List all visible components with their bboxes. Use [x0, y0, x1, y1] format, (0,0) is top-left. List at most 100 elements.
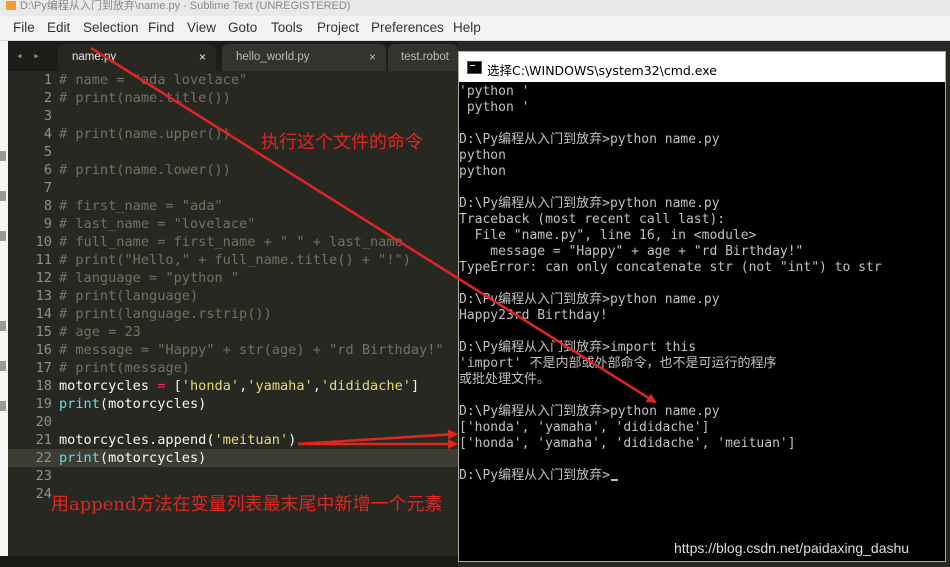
code-token: print: [59, 396, 100, 412]
cmd-output-line: File "name.py", line 16, in <module>: [459, 228, 757, 243]
line-number: 22: [35, 450, 52, 466]
line-number: 19: [35, 396, 52, 412]
menu-view[interactable]: View: [187, 20, 216, 35]
cmd-output-line: D:\Py编程从入门到放弃>import this: [459, 340, 697, 355]
line-number: 1: [43, 72, 52, 88]
code-token: # print(name.title()): [59, 90, 231, 106]
tab-close-icon[interactable]: ×: [369, 50, 376, 64]
cmd-console-output[interactable]: 'python ' python ' D:\Py编程从入门到放弃>python n…: [459, 80, 945, 560]
tab-label: name.py: [72, 51, 117, 63]
line-number: 24: [35, 486, 52, 502]
tab-label: test.robot: [401, 51, 449, 63]
code-token: # print(language.rstrip()): [59, 306, 272, 322]
cmd-output-line: ['honda', 'yamaha', 'dididache', 'meitua…: [459, 436, 796, 451]
code-token: # name = "ada lovelace": [59, 72, 248, 88]
line-number: 2: [43, 90, 52, 106]
cmd-output-line: message = "Happy" + age + "rd Birthday!": [459, 244, 804, 259]
line-number: 11: [35, 252, 52, 268]
line-number: 7: [43, 180, 52, 196]
code-line: # language = "python ": [59, 269, 444, 287]
line-number: 13: [35, 288, 52, 304]
window-title: D:\Py编程从入门到放弃\name.py - Sublime Text (UN…: [20, 0, 351, 12]
cmd-output-line: D:\Py编程从入门到放弃>python name.py: [459, 196, 720, 211]
code-token: # print(message): [59, 360, 190, 376]
code-token: ]: [410, 378, 420, 394]
menu-selection[interactable]: Selection: [83, 20, 139, 35]
cmd-title: 选择C:\WINDOWS\system32\cmd.exe: [487, 63, 717, 78]
code-line: motorcycles = ['honda','yamaha','dididac…: [59, 377, 444, 395]
code-token: # full_name = first_name + " " + last_na…: [59, 234, 403, 250]
line-number: 9: [43, 216, 52, 232]
menu-edit[interactable]: Edit: [47, 20, 70, 35]
line-number: 4: [43, 126, 52, 142]
cmd-window[interactable]: 选择C:\WINDOWS\system32\cmd.exe 'python ' …: [458, 51, 946, 562]
cmd-output-line: D:\Py编程从入门到放弃>python name.py: [459, 404, 720, 419]
cmd-output-line: python: [459, 148, 506, 163]
cmd-output-line: D:\Py编程从入门到放弃>: [459, 468, 618, 484]
cmd-output-line: python ': [459, 100, 530, 115]
code-line: # age = 23: [59, 323, 444, 341]
code-token: (motorcycles): [99, 396, 207, 412]
code-token: 'meituan': [214, 432, 289, 448]
menu-preferences[interactable]: Preferences: [371, 20, 444, 35]
code-token: # print("Hello," + full_name.title() + "…: [59, 252, 411, 268]
window-title-bar: D:\Py编程从入门到放弃\name.py - Sublime Text (UN…: [0, 0, 950, 16]
code-line: # full_name = first_name + " " + last_na…: [59, 233, 444, 251]
code-token: # message = "Happy" + str(age) + "rd Bir…: [59, 342, 444, 358]
code-token: motorcycles: [59, 378, 158, 394]
line-number: 6: [43, 162, 52, 178]
line-number: 23: [35, 468, 52, 484]
tab-close-icon[interactable]: ×: [199, 50, 206, 64]
cmd-output-line: TypeError: can only concatenate str (not…: [459, 260, 882, 275]
menu-project[interactable]: Project: [317, 20, 359, 35]
tab-name-py[interactable]: name.py ×: [58, 44, 216, 71]
code-token: (motorcycles): [99, 450, 207, 466]
code-line: motorcycles.append('meituan'): [59, 431, 444, 449]
cmd-cursor: [610, 479, 618, 481]
cmd-title-bar[interactable]: 选择C:\WINDOWS\system32\cmd.exe: [459, 52, 945, 82]
tab-hello-world-py[interactable]: hello_world.py ×: [222, 44, 386, 71]
code-line: # name = "ada lovelace": [59, 71, 444, 89]
line-number: 12: [35, 270, 52, 286]
line-number: 18: [35, 378, 52, 394]
cmd-output-line: 或批处理文件。: [459, 372, 551, 387]
sublime-app-icon: [6, 1, 16, 10]
code-line: print(motorcycles): [59, 449, 444, 467]
menu-tools[interactable]: Tools: [271, 20, 303, 35]
watermark: https://blog.csdn.net/paidaxing_dashu: [674, 540, 910, 556]
line-number: 15: [35, 324, 52, 340]
line-number: 5: [43, 144, 52, 160]
code-token: print: [59, 450, 100, 466]
code-line: # last_name = "lovelace": [59, 215, 444, 233]
code-token: 'yamaha': [247, 378, 313, 394]
code-token: # print(language): [59, 288, 199, 304]
cmd-output-line: 'import' 不是内部或外部命令，也不是可运行的程序: [459, 356, 777, 371]
code-token: motorcycles.append(: [59, 432, 215, 448]
cmd-output-line: ['honda', 'yamaha', 'dididache']: [459, 420, 710, 435]
line-number: 10: [35, 234, 52, 250]
line-number: 8: [43, 198, 52, 214]
cmd-output-line: Traceback (most recent call last):: [459, 212, 726, 227]
code-token: # last_name = "lovelace": [59, 216, 256, 232]
code-line: # print(language.rstrip()): [59, 305, 444, 323]
line-number: 14: [35, 306, 52, 322]
line-number: 20: [35, 414, 52, 430]
code-token: # age = 23: [59, 324, 141, 340]
menu-goto[interactable]: Goto: [228, 20, 257, 35]
line-number: 17: [35, 360, 52, 376]
menu-find[interactable]: Find: [148, 20, 174, 35]
code-token: # language = "python ": [59, 270, 240, 286]
menu-file[interactable]: File: [13, 20, 35, 35]
cmd-output-line: Happy23rd Birthday!: [459, 308, 608, 323]
tab-nav-arrows[interactable]: ◂ ▸: [16, 49, 42, 62]
menu-help[interactable]: Help: [453, 20, 481, 35]
code-line: # message = "Happy" + str(age) + "rd Bir…: [59, 341, 444, 359]
tab-test-robot[interactable]: test.robot: [388, 44, 458, 71]
code-line: print(motorcycles): [59, 395, 444, 413]
code-token: # first_name = "ada": [59, 198, 223, 214]
code-line: # print("Hello," + full_name.title() + "…: [59, 251, 444, 269]
tab-bar: ◂ ▸ name.py × hello_world.py × test.robo…: [8, 41, 458, 71]
code-line: # first_name = "ada": [59, 197, 444, 215]
